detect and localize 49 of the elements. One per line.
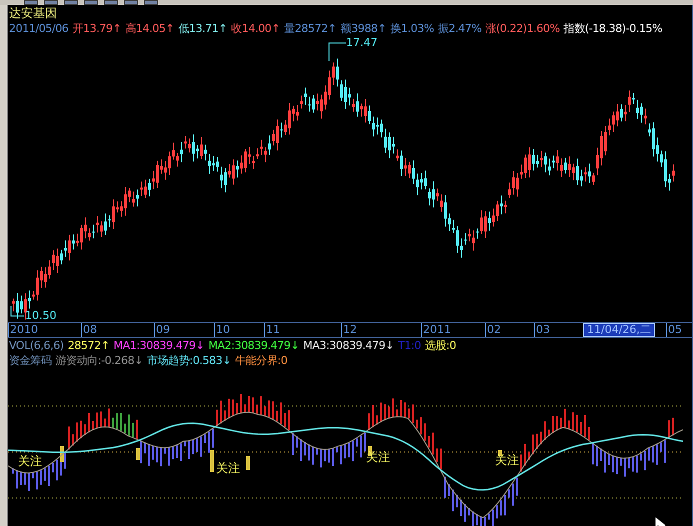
quote-field: 额3988↑ <box>340 21 386 37</box>
low-price-label: 10.50 <box>25 310 56 322</box>
quote-field: 开13.79↑ <box>72 21 122 37</box>
date-tick: 02 <box>485 323 501 337</box>
leader-line <box>328 41 346 61</box>
date-tick: 09 <box>154 323 170 337</box>
date-tick: 2011 <box>421 323 451 337</box>
watch-marker: 关注 <box>18 455 42 468</box>
quote-field: 换1.03% <box>390 21 434 37</box>
indicator-value: 市场趋势:0.583↓ <box>147 353 232 368</box>
cursor-date-label: 11/04/26,二 <box>583 323 655 337</box>
toolbar-icon[interactable] <box>64 0 78 5</box>
toolbar-icon[interactable] <box>144 0 158 5</box>
quote-field: 涨(0.22)1.60% <box>485 21 560 37</box>
toolbar-icon[interactable] <box>124 0 138 5</box>
watch-marker: 关注 <box>366 451 390 464</box>
quote-field: 低13.71↑ <box>178 21 228 37</box>
quote-field: 指数(-18.38)-0.15% <box>564 21 662 37</box>
volume-indicator-value: T1:0 <box>398 338 421 353</box>
volume-indicator-value: 选股:0 <box>424 338 456 353</box>
quote-field: 高14.05↑ <box>125 21 174 37</box>
leader-line <box>10 306 24 318</box>
quote-field: 振2.47% <box>438 21 482 37</box>
stock-name: 达安基因 <box>8 5 58 21</box>
date-tick: 08 <box>81 323 97 337</box>
watch-marker: 关注 <box>495 454 519 467</box>
date-tick: 11 <box>264 323 280 337</box>
date-tick: 12 <box>341 323 357 337</box>
indicator-value: 牛能分界:0 <box>235 353 288 368</box>
date-tick: 10 <box>214 323 230 337</box>
toolbar-icon[interactable] <box>44 0 58 5</box>
date-tick: 05 <box>666 323 682 337</box>
quote-field: 量28572↑ <box>284 21 337 37</box>
toolbar-icon[interactable] <box>104 0 118 5</box>
indicator-value: 资金筹码 <box>9 353 52 368</box>
volume-indicator-value: VOL(6,6,6) <box>9 338 64 353</box>
toolbar-icon[interactable] <box>84 0 98 5</box>
quote-field: 收14.00↑ <box>231 21 280 37</box>
volume-indicator-value: MA2:30839.479↓ <box>208 338 300 353</box>
date-tick: 03 <box>534 323 550 337</box>
toolbar-icon[interactable] <box>24 0 38 5</box>
watch-marker: 关注 <box>216 462 240 475</box>
date-tick: 2010 <box>8 323 38 337</box>
high-price-label: 17.47 <box>346 37 378 49</box>
volume-indicator-value: MA1:30839.479↓ <box>114 338 204 353</box>
volume-indicator-value: MA3:30839.479↓ <box>303 338 394 353</box>
quote-field: 2011/05/06 <box>9 21 68 37</box>
volume-indicator-value: 28572↑ <box>68 338 110 353</box>
indicator-value: 游资动向:-0.268↓ <box>55 353 143 368</box>
